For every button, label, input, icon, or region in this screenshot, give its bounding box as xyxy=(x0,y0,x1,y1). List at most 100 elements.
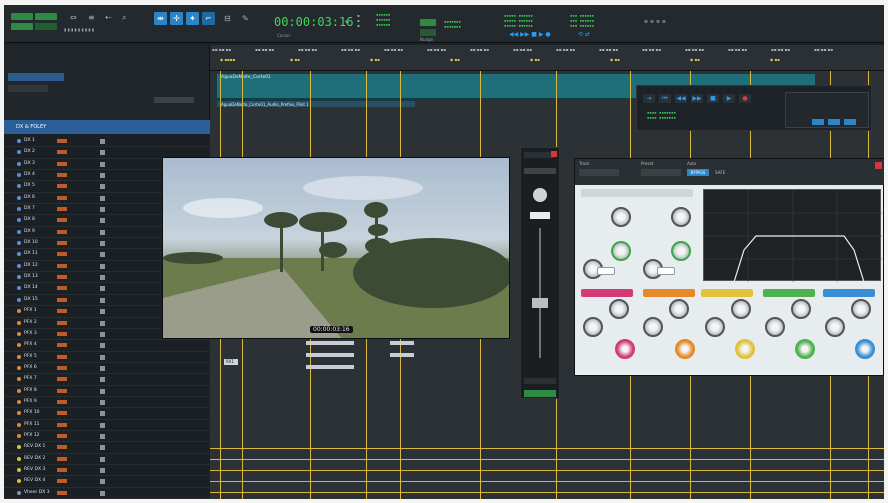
track-button[interactable] xyxy=(100,184,105,190)
band-1-gain-knob[interactable] xyxy=(583,317,603,337)
track-button[interactable] xyxy=(100,207,105,213)
track-button[interactable] xyxy=(100,456,105,462)
trim-tool-button[interactable]: ⇹ xyxy=(154,12,167,25)
zoom-toggle-icon[interactable]: ⇔ xyxy=(70,14,77,22)
track-button[interactable] xyxy=(100,297,105,303)
slip-mode-button[interactable] xyxy=(35,13,57,20)
spot-mode-button[interactable] xyxy=(11,23,33,30)
video-window[interactable] xyxy=(162,157,510,339)
grid-value-button[interactable] xyxy=(420,19,436,26)
online-button[interactable]: ⇥ xyxy=(643,94,655,103)
lf-freq-knob[interactable] xyxy=(611,241,631,261)
band-1-q-knob[interactable] xyxy=(615,339,635,359)
track-button[interactable] xyxy=(100,445,105,451)
band-2-header[interactable] xyxy=(643,289,695,297)
band-5-freq-knob[interactable] xyxy=(851,299,871,319)
marker[interactable]: ◆ ▪▪ xyxy=(690,57,700,62)
scrubber-tool-icon[interactable]: ⊟ xyxy=(224,15,231,23)
track-button[interactable] xyxy=(100,173,105,179)
track-row[interactable]: REV DX 2 xyxy=(4,454,210,465)
band-4-freq-knob[interactable] xyxy=(791,299,811,319)
output-gain-knob[interactable] xyxy=(671,207,691,227)
marker[interactable]: ◆ ▪▪ xyxy=(770,57,780,62)
band-3-gain-knob[interactable] xyxy=(705,317,725,337)
band-3-freq-knob[interactable] xyxy=(731,299,751,319)
small-clip[interactable] xyxy=(390,341,414,345)
eq-plugin-window[interactable]: Track Preset Auto BYPASS SAFE xyxy=(574,158,884,376)
pan-knob[interactable] xyxy=(533,188,547,202)
track-button[interactable] xyxy=(100,161,105,167)
mixer-strip[interactable] xyxy=(520,147,560,399)
band-5-q-knob[interactable] xyxy=(855,339,875,359)
close-icon[interactable] xyxy=(875,162,882,169)
fast-forward-button[interactable]: ▶▶ xyxy=(691,94,703,103)
track-button[interactable] xyxy=(100,195,105,201)
track-button[interactable] xyxy=(100,252,105,258)
track-button[interactable] xyxy=(100,331,105,337)
track-button[interactable] xyxy=(100,354,105,360)
track-control[interactable] xyxy=(8,85,48,92)
track-row[interactable]: PFX 12 xyxy=(4,431,210,443)
track-button[interactable] xyxy=(100,365,105,371)
track-row[interactable]: PFX 4 xyxy=(4,340,210,352)
small-clip[interactable] xyxy=(306,353,354,357)
track-button[interactable] xyxy=(100,479,105,485)
smart-tool-button[interactable]: ⌐ xyxy=(202,12,215,25)
track-button[interactable] xyxy=(100,422,105,428)
volume-fader[interactable] xyxy=(532,298,548,308)
play-button[interactable]: ▶ xyxy=(723,94,735,103)
pencil-tool-icon[interactable]: ✎ xyxy=(242,15,249,23)
track-button[interactable] xyxy=(100,467,105,473)
small-clip[interactable] xyxy=(390,353,414,357)
track-row[interactable]: PFX 11 xyxy=(4,420,210,431)
main-counter[interactable]: 00:00:03:16 xyxy=(274,15,353,29)
track-control[interactable] xyxy=(154,97,194,103)
return-to-zero-button[interactable]: ⏮ xyxy=(659,94,671,103)
stop-button[interactable]: ■ xyxy=(707,94,719,103)
track-button[interactable] xyxy=(100,275,105,281)
track-selector[interactable] xyxy=(579,169,619,176)
track-button[interactable] xyxy=(100,150,105,156)
magnify-icon[interactable]: ⌕ xyxy=(122,14,126,22)
bypass-button[interactable]: BYPASS xyxy=(687,169,709,176)
click-button[interactable] xyxy=(812,119,824,125)
zoom-preset-icon[interactable]: ≡ xyxy=(88,14,95,22)
grabber-tool-button[interactable]: ✦ xyxy=(186,12,199,25)
selector-tool-button[interactable]: ✛ xyxy=(170,12,183,25)
track-row[interactable]: REV DX 1 xyxy=(4,442,210,454)
track-button[interactable] xyxy=(100,433,105,439)
grid-mode-button[interactable] xyxy=(35,23,57,30)
band-3-header[interactable] xyxy=(701,289,753,297)
track-button[interactable] xyxy=(100,388,105,394)
video-track-name[interactable] xyxy=(8,73,64,81)
band-4-q-knob[interactable] xyxy=(795,339,815,359)
track-row[interactable]: PFX 10 xyxy=(4,408,210,420)
band-2-gain-knob[interactable] xyxy=(643,317,663,337)
marker[interactable]: ◆ ▪▪▪▪ xyxy=(220,57,235,62)
preset-selector[interactable] xyxy=(641,169,681,176)
track-button[interactable] xyxy=(100,377,105,383)
midi-controls[interactable] xyxy=(785,92,869,128)
small-clip[interactable] xyxy=(306,341,354,345)
track-row[interactable]: PFX 8 xyxy=(4,386,210,397)
band-1-freq-knob[interactable] xyxy=(609,299,629,319)
audio-clip[interactable]: AguaDeNoite_Corte01_Audio_Prefixo_Pilot … xyxy=(216,100,416,108)
marker[interactable]: ◆ ▪▪ xyxy=(290,57,300,62)
track-row[interactable]: REV DX 4 xyxy=(4,476,210,488)
rewind-button[interactable]: ◀◀ xyxy=(675,94,687,103)
record-button[interactable]: ● xyxy=(739,94,751,103)
marker[interactable]: ◆ ▪▪ xyxy=(610,57,620,62)
close-icon[interactable] xyxy=(551,151,557,157)
eq-curve-display[interactable] xyxy=(703,189,882,283)
hf-freq-knob[interactable] xyxy=(671,241,691,261)
track-row[interactable]: Vheer DX 3 xyxy=(4,488,210,499)
zoomer-icon[interactable]: ⇠ xyxy=(105,14,112,22)
loop-buttons[interactable]: ⟲ ⇄ xyxy=(578,32,590,38)
folder-track[interactable]: DX & FOLEY xyxy=(4,120,210,134)
track-button[interactable] xyxy=(100,229,105,235)
counter-dropdown-icon[interactable]: ▾ xyxy=(345,18,349,26)
band-3-q-knob[interactable] xyxy=(735,339,755,359)
marker[interactable]: ◆ ▪▪ xyxy=(370,57,380,62)
band-2-q-knob[interactable] xyxy=(675,339,695,359)
track-button[interactable] xyxy=(100,218,105,224)
